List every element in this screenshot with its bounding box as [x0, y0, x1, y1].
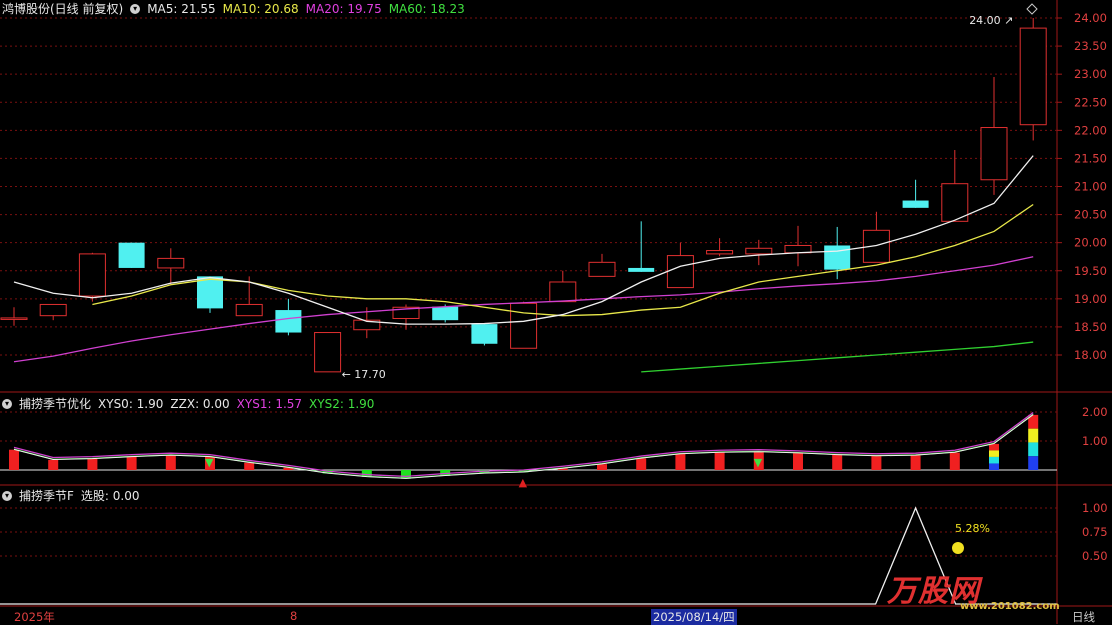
signal-arrow-icon: ▼ — [754, 456, 763, 469]
price-tick-label: 23.00 — [1074, 67, 1107, 81]
ind1-bar — [793, 453, 803, 470]
candle — [902, 179, 929, 208]
candle-body-up — [666, 255, 694, 289]
candle — [628, 221, 655, 272]
smiley-icon — [952, 542, 964, 554]
ind1-bar — [832, 454, 843, 470]
price-tick-label: 18.00 — [1074, 348, 1107, 362]
candle-body-up — [784, 244, 812, 254]
price-tick-label: 19.50 — [1074, 264, 1107, 278]
x-label-date: 2025/08/14/四 — [651, 609, 737, 625]
candle-body-down — [275, 310, 302, 333]
price-tick-label: 21.00 — [1074, 180, 1107, 194]
candle-body-up — [39, 303, 67, 317]
ind1-bar — [949, 452, 960, 470]
candle-body-up — [510, 302, 538, 349]
candle — [745, 239, 773, 266]
signal-arrow-icon: ▼ — [205, 456, 214, 469]
candle-body-up — [157, 257, 185, 269]
ind2-tick-label: 1.00 — [1082, 501, 1108, 515]
ind1-bar — [87, 458, 98, 470]
candle — [588, 253, 616, 277]
ma60-line — [641, 341, 1034, 373]
candle-body-up — [78, 253, 106, 297]
ind1-bar — [48, 459, 59, 470]
candle-body-down — [824, 245, 851, 270]
diamond-marker-icon — [1026, 3, 1038, 15]
ind1-bar — [126, 456, 137, 470]
ind1-multicolor-bar — [1028, 442, 1039, 457]
price-tick-label: 24.00 — [1074, 11, 1107, 25]
candle — [784, 225, 812, 267]
price-tick-label: 22.00 — [1074, 123, 1107, 137]
ind1-multicolor-bar — [1028, 456, 1039, 470]
gain-percent-label: 5.28% — [955, 522, 990, 535]
candle — [510, 301, 538, 349]
candle-body-up — [0, 317, 28, 320]
candle — [314, 332, 342, 373]
candle — [941, 149, 969, 222]
ind1-multicolor-bar — [1028, 428, 1039, 443]
candle — [157, 248, 185, 285]
candle-body-up — [706, 250, 734, 255]
candle-body-up — [1019, 27, 1047, 126]
chart-canvas[interactable]: 24.00 23.50 23.00 22.50 22.00 21.50 21.00 20.50… — [0, 0, 1112, 624]
ind1-bar — [910, 455, 921, 470]
x-label-period[interactable]: 日线 — [1072, 609, 1095, 625]
candle-body-up — [745, 247, 773, 255]
candle — [78, 252, 106, 302]
candle-body-down — [471, 324, 498, 344]
price-tick-label: 20.50 — [1074, 208, 1107, 222]
price-tick-label: 18.50 — [1074, 320, 1107, 334]
candle-body-down — [432, 306, 459, 321]
candle — [549, 270, 577, 303]
ind1-multicolor-bar — [989, 443, 999, 451]
high-price-annotation: 24.00 ↗ — [969, 14, 1013, 27]
price-tick-label: 21.50 — [1074, 151, 1107, 165]
candle — [1019, 18, 1047, 141]
candle-body-down — [902, 200, 929, 208]
ind1-bar — [597, 464, 607, 470]
low-price-annotation: ← 17.70 — [342, 368, 386, 381]
ind1-multicolor-bar — [989, 450, 999, 457]
price-tick-label: 20.00 — [1074, 236, 1107, 250]
ind1-bar — [675, 454, 686, 470]
candle — [471, 324, 498, 346]
ind2-tick-label: 0.75 — [1082, 525, 1108, 539]
candle — [862, 211, 890, 263]
candle-body-up — [314, 332, 342, 373]
ind1-bar — [714, 452, 725, 470]
signal-arrow-icon: ▲ — [519, 476, 528, 489]
candle — [666, 242, 694, 289]
candle-body-up — [980, 127, 1008, 181]
candle — [706, 238, 734, 257]
candle-body-down — [118, 242, 145, 268]
candle-body-up — [588, 261, 616, 277]
ind1-multicolor-bar — [989, 456, 999, 464]
candle-body-up — [549, 281, 577, 303]
ind1-bar — [244, 462, 255, 470]
x-label-month: 8 — [290, 609, 298, 623]
candle-body-down — [628, 267, 655, 272]
ind1-tick-label: 2.00 — [1082, 405, 1108, 419]
candle — [39, 303, 67, 321]
candle — [118, 242, 145, 268]
candle — [0, 307, 28, 326]
ind1-multicolor-bar — [989, 463, 999, 470]
price-tick-label: 19.00 — [1074, 292, 1107, 306]
ind2-tick-label: 0.50 — [1082, 549, 1108, 563]
candle-body-down — [197, 276, 223, 309]
price-tick-label: 22.50 — [1074, 95, 1107, 109]
candle-body-up — [235, 303, 263, 317]
candle — [197, 276, 223, 313]
x-label-year: 2025年 — [14, 610, 55, 624]
ind1-bar — [165, 455, 176, 470]
ind1-tick-label: 1.00 — [1082, 434, 1108, 448]
candle — [980, 76, 1008, 195]
ind1-bar — [9, 449, 19, 470]
price-tick-label: 23.50 — [1074, 39, 1107, 53]
ind1-bar — [871, 456, 882, 470]
ind1-bar — [636, 458, 647, 470]
watermark-url: www.201082.com — [960, 601, 1060, 612]
